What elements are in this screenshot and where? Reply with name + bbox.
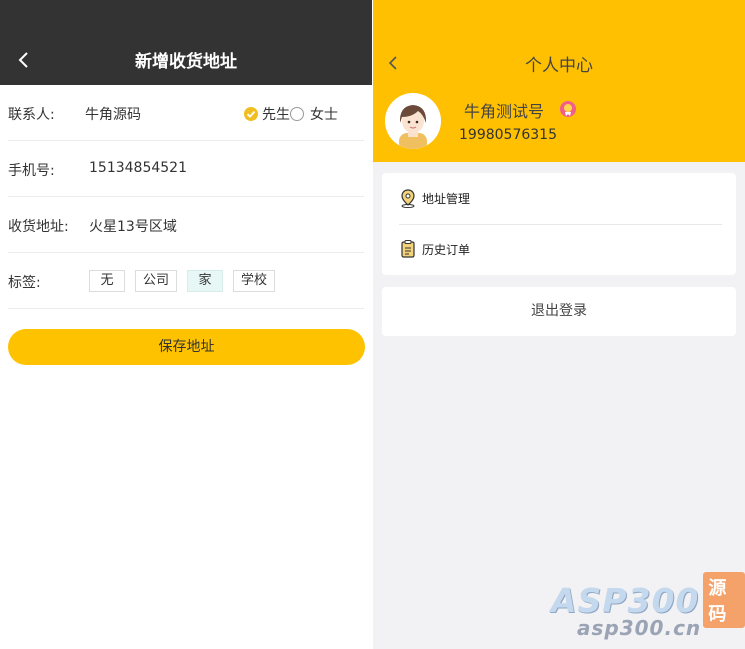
tag-list: 无 公司 家 学校 (89, 270, 276, 292)
clipboard-icon (401, 240, 415, 258)
avatar-illustration (385, 93, 441, 149)
save-address-button[interactable]: 保存地址 (8, 329, 365, 365)
watermark-brand: ASP300 (551, 580, 700, 620)
vip-badge-icon (560, 101, 576, 117)
address-field[interactable]: 火星13号区域 (89, 216, 177, 236)
radio-ms-label[interactable]: 女士 (310, 104, 338, 124)
page-title: 新增收货地址 (135, 52, 237, 72)
screenshot-stage: 新增收货地址 联系人: 牛角源码 先生 女士 手机号: 15134854521 … (0, 0, 745, 649)
watermark-url: asp300.cn (577, 616, 702, 640)
tag-row: 标签: 无 公司 家 学校 (8, 253, 364, 309)
location-pin-icon (401, 189, 415, 208)
phone-label: 手机号: (8, 163, 55, 179)
radio-ms[interactable] (290, 107, 304, 121)
page-title: 个人中心 (525, 56, 593, 76)
logout-button[interactable]: 退出登录 (382, 287, 736, 336)
avatar[interactable] (385, 93, 441, 149)
menu-item-label: 历史订单 (422, 243, 471, 257)
contact-name-field[interactable]: 牛角源码 (85, 104, 141, 124)
personal-center-panel: 个人中心 牛角测试号 19980576315 地址管理 历史订单 退出登录 (373, 0, 745, 649)
menu-item-label: 地址管理 (422, 192, 471, 206)
tag-school[interactable]: 学校 (233, 270, 276, 292)
left-header: 新增收货地址 (0, 0, 372, 85)
phone-field[interactable]: 15134854521 (89, 160, 187, 176)
radio-mr[interactable] (244, 107, 258, 121)
address-row: 收货地址: 火星13号区域 (8, 197, 364, 253)
gender-radio-group: 先生 女士 (244, 104, 338, 124)
check-icon (246, 110, 256, 118)
tag-company[interactable]: 公司 (135, 270, 178, 292)
contact-label: 联系人: (8, 107, 55, 123)
phone-row: 手机号: 15134854521 (8, 141, 364, 197)
contact-row: 联系人: 牛角源码 先生 女士 (8, 85, 364, 141)
tag-label: 标签: (8, 275, 41, 291)
menu-item-orders[interactable]: 历史订单 (382, 224, 736, 275)
new-address-panel: 新增收货地址 联系人: 牛角源码 先生 女士 手机号: 15134854521 … (0, 0, 372, 649)
menu-item-address[interactable]: 地址管理 (382, 173, 736, 224)
user-phone: 19980576315 (459, 127, 557, 143)
right-header: 个人中心 牛角测试号 19980576315 (373, 0, 745, 162)
user-name: 牛角测试号 (464, 102, 545, 121)
watermark-tag: 源码 (703, 572, 745, 628)
address-label: 收货地址: (8, 219, 69, 235)
tag-none[interactable]: 无 (89, 270, 125, 292)
tag-home[interactable]: 家 (187, 270, 224, 292)
radio-mr-label[interactable]: 先生 (262, 104, 290, 124)
menu-card: 地址管理 历史订单 (382, 173, 736, 275)
